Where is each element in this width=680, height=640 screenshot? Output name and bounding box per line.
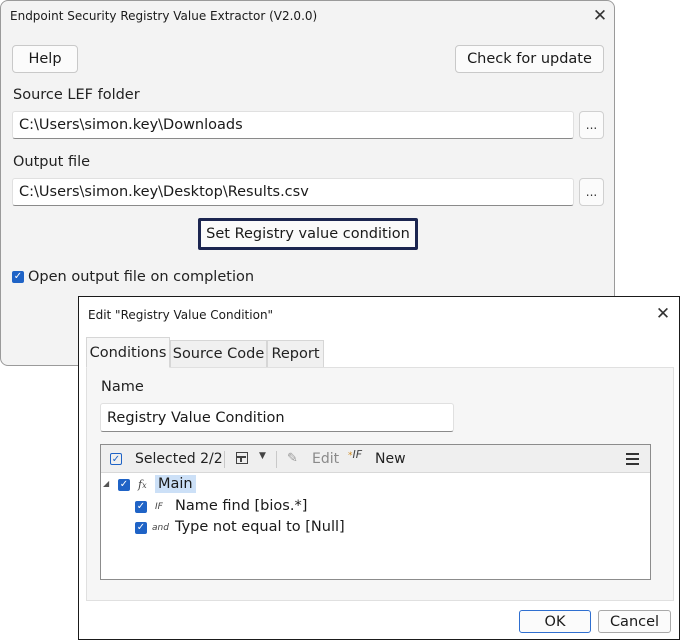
chevron-down-icon[interactable]: ▼ [259,451,266,461]
open-on-completion-checkbox[interactable]: ✓ Open output file on completion [12,269,254,285]
tree-item-type-not-equal[interactable]: Type not equal to [Null] [175,519,345,535]
window-title: Endpoint Security Registry Value Extract… [10,9,318,23]
toolbar-separator [276,451,277,468]
and-icon: and [152,523,169,533]
tab-conditions[interactable]: Conditions [86,337,170,368]
close-icon[interactable]: ✕ [590,7,610,25]
ok-button[interactable]: OK [519,610,591,633]
checkbox-checked-icon: ✓ [12,271,24,283]
tree-toolbar: ✓ Selected 2/2 ▼ ✎ Edit *IF New [101,445,650,473]
cancel-button[interactable]: Cancel [598,610,671,633]
menu-icon[interactable] [626,453,639,465]
tree-item-name-find[interactable]: Name find [bios.*] [175,498,307,514]
new-if-icon[interactable]: *IF [348,448,362,461]
selected-count: Selected 2/2 [135,451,223,467]
edit-condition-dialog: Edit "Registry Value Condition" ✕ Condit… [78,296,680,640]
layout-icon[interactable] [236,452,248,464]
name-input[interactable]: Registry Value Condition [100,403,454,432]
source-browse-button[interactable]: ... [579,111,604,139]
condition-tree[interactable]: ✓ Selected 2/2 ▼ ✎ Edit *IF New ◢ ✓ fx M… [100,444,651,580]
toolbar-separator [224,451,225,468]
output-browse-button[interactable]: ... [579,178,604,206]
help-button[interactable]: Help [12,45,78,73]
select-all-checkbox-icon[interactable]: ✓ [110,453,122,465]
source-folder-input[interactable]: C:\Users\simon.key\Downloads [12,111,574,139]
function-icon: fx [138,478,147,491]
check-for-update-button[interactable]: Check for update [455,45,604,73]
tab-source-code[interactable]: Source Code [170,340,267,367]
main-checkbox-icon[interactable]: ✓ [118,479,130,491]
name-label: Name [101,379,144,395]
dialog-title: Edit "Registry Value Condition" [88,308,274,322]
if-icon: IF [155,502,163,512]
type-not-equal-checkbox-icon[interactable]: ✓ [135,522,147,534]
edit-button[interactable]: Edit [312,451,339,467]
new-button[interactable]: New [375,451,406,467]
dialog-close-icon[interactable]: ✕ [653,305,673,323]
set-registry-value-condition-button[interactable]: Set Registry value condition [198,218,418,250]
name-find-checkbox-icon[interactable]: ✓ [135,501,147,513]
output-file-input[interactable]: C:\Users\simon.key\Desktop\Results.csv [12,178,574,206]
open-on-completion-label: Open output file on completion [28,269,255,285]
tree-expand-icon[interactable]: ◢ [103,479,109,488]
tree-item-main[interactable]: Main [155,475,196,493]
source-folder-label: Source LEF folder [13,87,140,103]
pencil-icon: ✎ [287,451,298,466]
output-file-label: Output file [13,154,91,170]
tab-report[interactable]: Report [267,340,324,367]
